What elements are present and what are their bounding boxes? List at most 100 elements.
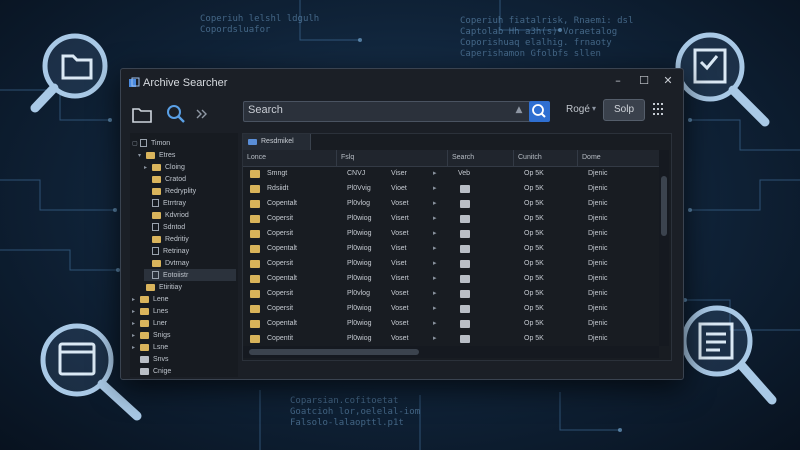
scrollbar-thumb[interactable] [249,349,419,355]
open-folder-icon[interactable] [131,103,153,125]
search-button[interactable] [529,101,550,122]
cell-name: Copentalt [267,320,297,327]
tree-item[interactable]: ▸ Lsne [132,341,236,353]
tree-item[interactable]: Retrinay [144,245,236,257]
chevron-down-icon[interactable]: ▾ [138,152,146,159]
tree-item[interactable]: ▸ Lene [132,293,236,305]
chevron-right-icon[interactable]: ▸ [144,164,152,171]
tree-item[interactable]: Redritiy [144,233,236,245]
save-button[interactable]: Solp [603,99,645,121]
folder-icon [460,260,470,268]
forward-icon[interactable] [191,103,213,125]
table-row[interactable]: Copersit Pl0wiog Visert Op 5K Djenic ▸ [243,211,659,227]
horizontal-scrollbar[interactable] [243,346,659,358]
cell-match: Op 5K [524,170,544,177]
folder-icon [152,235,161,243]
column-header-file[interactable]: Fslq [337,150,448,166]
tree-item[interactable]: ▸ Lnes [132,305,236,317]
chevron-right-icon[interactable]: ▸ [433,196,437,212]
folder-icon [250,215,260,223]
chevron-right-icon[interactable]: ▸ [433,211,437,227]
chevron-right-icon[interactable]: ▸ [433,316,437,332]
tree-item[interactable]: Sdntod [144,221,236,233]
column-header-name[interactable]: Lonce [243,150,337,166]
table-row[interactable]: Copersit Pl0vlog Voset Op 5K Djenic ▸ [243,286,659,302]
folder-icon [140,295,149,303]
cell-path: Viser [391,170,407,177]
tree-item[interactable]: Eotoiistr [144,269,236,281]
tree-item[interactable]: ▸ Lner [132,317,236,329]
chevron-right-icon[interactable]: ▸ [433,331,437,347]
cell-name: Copersit [267,305,294,312]
scrollbar-thumb[interactable] [661,176,667,236]
chevron-right-icon[interactable]: ▸ [132,344,140,351]
chevron-right-icon[interactable]: ▸ [433,286,437,302]
table-row[interactable]: Copersit Pl0wiog Voset Op 5K Djenic ▸ [243,301,659,317]
search-icon[interactable] [165,103,187,125]
cell-file: Pl0Vvig [347,185,371,192]
search-input[interactable]: Search ▲ [243,101,531,122]
close-button[interactable]: ✕ [655,71,681,91]
tree-item[interactable]: Kdvriod [144,209,236,221]
column-header-date[interactable]: Dome [578,150,659,166]
background-text: Coperiuh fiatalrisk, Rnaemi: dsl Captola… [460,16,634,59]
tree-item[interactable]: Redryplity [144,185,236,197]
table-row[interactable]: Copentalt Pl0wiog Voset Op 5K Djenic ▸ [243,316,659,332]
chevron-right-icon[interactable]: ▸ [433,301,437,317]
tree-item[interactable]: Snvs [132,353,236,365]
chevron-right-icon[interactable]: ▸ [132,320,140,327]
tree-item[interactable]: Etrrtray [144,197,236,209]
title-bar[interactable]: Archive Searcher – ☐ ✕ [121,69,683,97]
tree-item-label: Etres [159,151,176,159]
sort-dropdown[interactable]: Rogé [566,104,590,115]
tree-item-label: Sdntod [163,223,186,231]
tree-item[interactable]: Cratod [144,173,236,185]
cell-match: Op 5K [524,305,544,312]
chevron-right-icon[interactable]: ▸ [433,166,437,182]
chevron-up-icon[interactable]: ▲ [512,105,526,117]
chevron-right-icon[interactable]: ▸ [433,241,437,257]
table-row[interactable]: Rdsiidt Pl0Vvig Vioet Op 5K Djenic ▸ [243,181,659,197]
view-grid-icon[interactable] [651,102,665,116]
chevron-right-icon[interactable]: ▢ [132,140,140,147]
folder-icon [460,230,470,238]
cell-date: Djenic [588,215,608,222]
column-header-match[interactable]: Cunitch [514,150,578,166]
tree-item[interactable]: ▾ Etres [138,149,236,161]
folder-icon [460,245,470,253]
chevron-right-icon[interactable]: ▸ [433,256,437,272]
folder-icon [460,185,470,193]
table-row[interactable]: Copentalt Pl0wiog Viset Op 5K Djenic ▸ [243,241,659,257]
table-row[interactable]: Copersit Pl0wiog Viset Op 5K Djenic ▸ [243,256,659,272]
table-row[interactable]: Copentalt Pl0wiog Visert Op 5K Djenic ▸ [243,271,659,287]
table-row[interactable]: Smngt CNVJ Viser Veb Op 5K Djenic ▸ [243,166,659,182]
chevron-right-icon[interactable]: ▸ [132,296,140,303]
tab-results[interactable]: Resdmikel [243,134,311,150]
chevron-right-icon[interactable]: ▸ [433,271,437,287]
chevron-right-icon[interactable]: ▸ [433,226,437,242]
tree-item-label: Snvs [153,355,169,363]
chevron-down-icon[interactable]: ▾ [592,104,596,113]
tree-item[interactable]: Dvtrnay [144,257,236,269]
table-row[interactable]: Copentalt Pl0vlog Voset Op 5K Djenic ▸ [243,196,659,212]
column-header-search[interactable]: Search [448,150,514,166]
cell-path: Viset [391,260,407,267]
cell-name: Copentalt [267,200,297,207]
tree-item[interactable]: Etiritiay [138,281,236,293]
tree-item[interactable]: ▸ Cloing [144,161,236,173]
maximize-button[interactable]: ☐ [631,71,657,91]
tab-label: Resdmikel [261,138,294,145]
chevron-right-icon[interactable]: ▸ [132,308,140,315]
chevron-right-icon[interactable]: ▸ [433,181,437,197]
tree-item-label: Timon [151,139,171,147]
tab-icon [248,139,257,145]
cell-match: Op 5K [524,230,544,237]
minimize-button[interactable]: – [605,71,631,91]
vertical-scrollbar[interactable] [659,150,669,346]
tree-item[interactable]: Cnige [132,365,236,377]
tree-item[interactable]: ▸ Snigs [132,329,236,341]
table-row[interactable]: Copersit Pl0wiog Voset Op 5K Djenic ▸ [243,226,659,242]
table-row[interactable]: Copentit Pl0wiog Voset Op 5K Djenic ▸ [243,331,659,347]
tree-item[interactable]: ▢ Timon [132,137,236,149]
chevron-right-icon[interactable]: ▸ [132,332,140,339]
